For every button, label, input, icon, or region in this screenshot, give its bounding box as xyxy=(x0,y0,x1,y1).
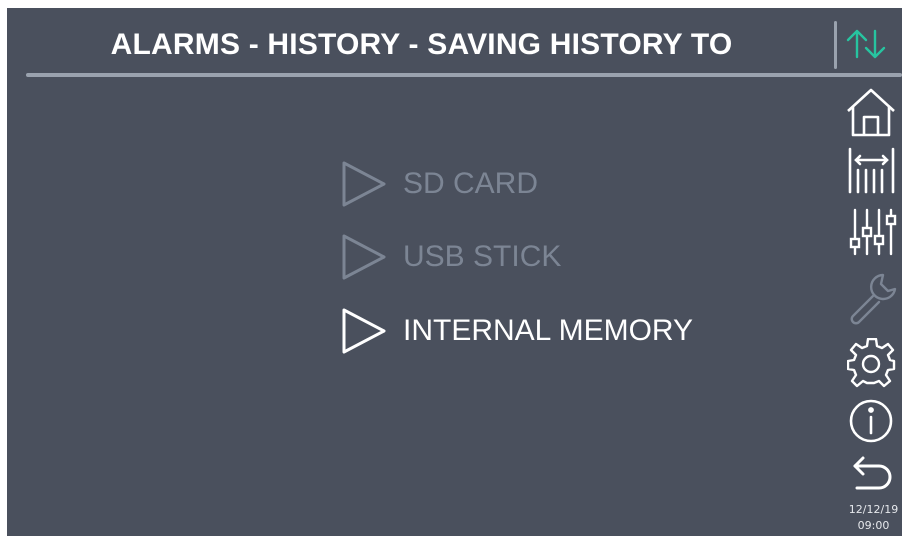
menu-item-sd-card[interactable]: SD CARD xyxy=(341,158,538,210)
usb-stick-arrow-icon xyxy=(342,234,386,280)
title-underline xyxy=(26,73,902,77)
sd-card-arrow-icon xyxy=(342,161,386,207)
sliders-icon[interactable] xyxy=(847,206,897,263)
page-title: ALARMS - HISTORY - SAVING HISTORY TO xyxy=(110,28,733,61)
wrench-icon xyxy=(845,271,899,332)
menu-item-label: SD CARD xyxy=(403,167,539,200)
gear-icon[interactable] xyxy=(846,337,897,393)
menu-item-usb-stick[interactable]: USB STICK xyxy=(341,231,561,283)
transfer-arrows-icon[interactable] xyxy=(841,27,891,61)
back-icon[interactable] xyxy=(849,452,895,499)
status-time: 09:00 xyxy=(857,519,890,532)
home-icon[interactable] xyxy=(845,86,897,143)
screen: ALARMS - HISTORY - SAVING HISTORY TO SD … xyxy=(7,8,902,536)
menu-item-internal-memory[interactable]: INTERNAL MEMORY xyxy=(341,305,693,357)
measure-icon[interactable] xyxy=(847,146,897,201)
header-divider xyxy=(834,21,837,69)
menu-item-label: INTERNAL MEMORY xyxy=(403,314,694,347)
internal-memory-arrow-icon xyxy=(342,308,386,354)
info-icon[interactable] xyxy=(848,397,896,450)
menu-item-label: USB STICK xyxy=(403,240,562,273)
status-clock: 12/12/19 09:00 xyxy=(845,502,902,534)
status-date: 12/12/19 xyxy=(848,503,899,516)
